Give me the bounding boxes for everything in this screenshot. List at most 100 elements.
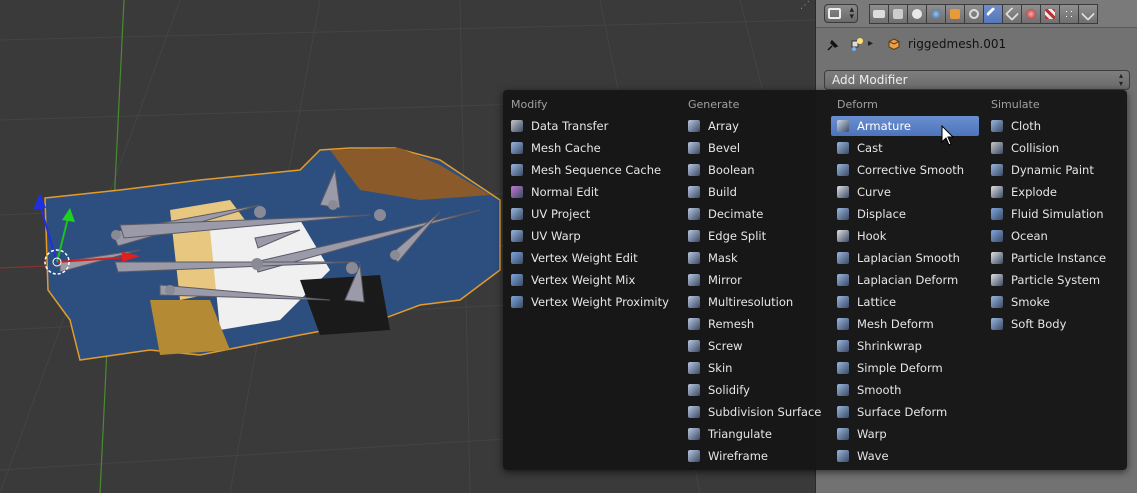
world-tab[interactable] bbox=[926, 4, 946, 24]
menu-item-soft-body[interactable]: Soft Body bbox=[985, 314, 1066, 334]
menu-item-curve[interactable]: Curve bbox=[831, 182, 979, 202]
menu-item-lattice[interactable]: Lattice bbox=[831, 292, 979, 312]
menu-item-label: Surface Deform bbox=[857, 405, 948, 419]
menu-item-armature[interactable]: Armature bbox=[831, 116, 979, 136]
menu-item-uv-warp[interactable]: UV Warp bbox=[505, 226, 581, 246]
menu-item-solidify[interactable]: Solidify bbox=[682, 380, 750, 400]
breadcrumb: ▸ riggedmesh.001 bbox=[816, 30, 1137, 58]
menu-item-laplacian-smooth[interactable]: Laplacian Smooth bbox=[831, 248, 979, 268]
menu-item-screw[interactable]: Screw bbox=[682, 336, 743, 356]
uv-warp-icon bbox=[511, 230, 523, 242]
ocean-icon bbox=[991, 230, 1003, 242]
menu-item-build[interactable]: Build bbox=[682, 182, 737, 202]
menu-item-label: Mesh Deform bbox=[857, 317, 934, 331]
menu-item-corrective-smooth[interactable]: Corrective Smooth bbox=[831, 160, 979, 180]
curve-icon bbox=[837, 186, 849, 198]
menu-item-remesh[interactable]: Remesh bbox=[682, 314, 754, 334]
menu-item-wireframe[interactable]: Wireframe bbox=[682, 446, 768, 466]
multiresolution-icon bbox=[688, 296, 700, 308]
data-tab[interactable] bbox=[1002, 4, 1022, 24]
texture-tab[interactable] bbox=[1040, 4, 1060, 24]
particles-tab[interactable] bbox=[1059, 4, 1079, 24]
menu-item-boolean[interactable]: Boolean bbox=[682, 160, 755, 180]
rigged-mesh[interactable] bbox=[44, 147, 501, 361]
subdivision-surface-icon bbox=[688, 406, 700, 418]
menu-column-title-deform: Deform bbox=[837, 98, 878, 111]
menu-item-mesh-deform[interactable]: Mesh Deform bbox=[831, 314, 979, 334]
menu-item-vertex-weight-mix[interactable]: Vertex Weight Mix bbox=[505, 270, 635, 290]
menu-item-edge-split[interactable]: Edge Split bbox=[682, 226, 766, 246]
menu-item-ocean[interactable]: Ocean bbox=[985, 226, 1048, 246]
menu-item-smooth[interactable]: Smooth bbox=[831, 380, 979, 400]
screw-icon bbox=[688, 340, 700, 352]
menu-item-skin[interactable]: Skin bbox=[682, 358, 732, 378]
menu-item-fluid-simulation[interactable]: Fluid Simulation bbox=[985, 204, 1104, 224]
menu-item-label: Cast bbox=[857, 141, 883, 155]
menu-item-cast[interactable]: Cast bbox=[831, 138, 979, 158]
material-tab[interactable] bbox=[1021, 4, 1041, 24]
updown-arrow-icon: ▴ ▾ bbox=[1118, 71, 1123, 88]
menu-item-warp[interactable]: Warp bbox=[831, 424, 979, 444]
menu-item-cloth[interactable]: Cloth bbox=[985, 116, 1041, 136]
constraint-icon bbox=[969, 9, 979, 19]
skin-icon bbox=[688, 362, 700, 374]
menu-item-shrinkwrap[interactable]: Shrinkwrap bbox=[831, 336, 979, 356]
soft-body-icon bbox=[991, 318, 1003, 330]
menu-item-label: Mirror bbox=[708, 273, 742, 287]
collision-icon bbox=[991, 142, 1003, 154]
menu-item-normal-edit[interactable]: Normal Edit bbox=[505, 182, 599, 202]
menu-item-particle-system[interactable]: Particle System bbox=[985, 270, 1100, 290]
object-tab[interactable] bbox=[945, 4, 965, 24]
breadcrumb-object-name[interactable]: riggedmesh.001 bbox=[908, 37, 1006, 51]
constraints-tab[interactable] bbox=[964, 4, 984, 24]
menu-item-label: Displace bbox=[857, 207, 906, 221]
shrinkwrap-icon bbox=[837, 340, 849, 352]
menu-item-hook[interactable]: Hook bbox=[831, 226, 979, 246]
render-tab[interactable] bbox=[869, 4, 889, 24]
menu-item-vertex-weight-edit[interactable]: Vertex Weight Edit bbox=[505, 248, 638, 268]
menu-item-array[interactable]: Array bbox=[682, 116, 739, 136]
menu-item-collision[interactable]: Collision bbox=[985, 138, 1059, 158]
camera-icon bbox=[873, 10, 885, 18]
menu-item-vertex-weight-proximity[interactable]: Vertex Weight Proximity bbox=[505, 292, 669, 312]
menu-item-displace[interactable]: Displace bbox=[831, 204, 979, 224]
armature-icon bbox=[837, 120, 849, 132]
menu-item-mesh-sequence-cache[interactable]: Mesh Sequence Cache bbox=[505, 160, 661, 180]
menu-item-wave[interactable]: Wave bbox=[831, 446, 979, 466]
menu-item-label: Skin bbox=[708, 361, 733, 375]
menu-item-mesh-cache[interactable]: Mesh Cache bbox=[505, 138, 601, 158]
add-modifier-dropdown[interactable]: Add Modifier ▴ ▾ bbox=[824, 70, 1130, 90]
pin-icon[interactable] bbox=[826, 38, 840, 52]
menu-item-laplacian-deform[interactable]: Laplacian Deform bbox=[831, 270, 979, 290]
menu-item-decimate[interactable]: Decimate bbox=[682, 204, 763, 224]
menu-item-subdivision-surface[interactable]: Subdivision Surface bbox=[682, 402, 821, 422]
menu-item-surface-deform[interactable]: Surface Deform bbox=[831, 402, 979, 422]
menu-item-data-transfer[interactable]: Data Transfer bbox=[505, 116, 608, 136]
smoke-icon bbox=[991, 296, 1003, 308]
menu-item-particle-instance[interactable]: Particle Instance bbox=[985, 248, 1106, 268]
area-split-corner-icon[interactable]: ⋰ bbox=[800, 0, 810, 11]
menu-item-explode[interactable]: Explode bbox=[985, 182, 1057, 202]
scene-tab[interactable] bbox=[907, 4, 927, 24]
menu-item-label: Mesh Sequence Cache bbox=[531, 163, 662, 177]
bevel-icon bbox=[688, 142, 700, 154]
menu-item-label: Normal Edit bbox=[531, 185, 599, 199]
menu-item-dynamic-paint[interactable]: Dynamic Paint bbox=[985, 160, 1094, 180]
menu-item-simple-deform[interactable]: Simple Deform bbox=[831, 358, 979, 378]
menu-item-smoke[interactable]: Smoke bbox=[985, 292, 1050, 312]
menu-item-triangulate[interactable]: Triangulate bbox=[682, 424, 772, 444]
physics-tab[interactable] bbox=[1078, 4, 1098, 24]
context-tabs bbox=[869, 4, 1098, 24]
menu-item-uv-project[interactable]: UV Project bbox=[505, 204, 590, 224]
modifiers-tab[interactable] bbox=[983, 4, 1003, 24]
menu-item-multiresolution[interactable]: Multiresolution bbox=[682, 292, 793, 312]
menu-item-label: Ocean bbox=[1011, 229, 1048, 243]
menu-item-mask[interactable]: Mask bbox=[682, 248, 738, 268]
scene-icon bbox=[912, 9, 922, 19]
menu-item-label: Subdivision Surface bbox=[708, 405, 822, 419]
texture-icon bbox=[1045, 9, 1055, 19]
menu-item-bevel[interactable]: Bevel bbox=[682, 138, 740, 158]
menu-item-mirror[interactable]: Mirror bbox=[682, 270, 742, 290]
editor-type-button[interactable]: ▴ ▾ bbox=[824, 4, 858, 23]
render-layers-tab[interactable] bbox=[888, 4, 908, 24]
